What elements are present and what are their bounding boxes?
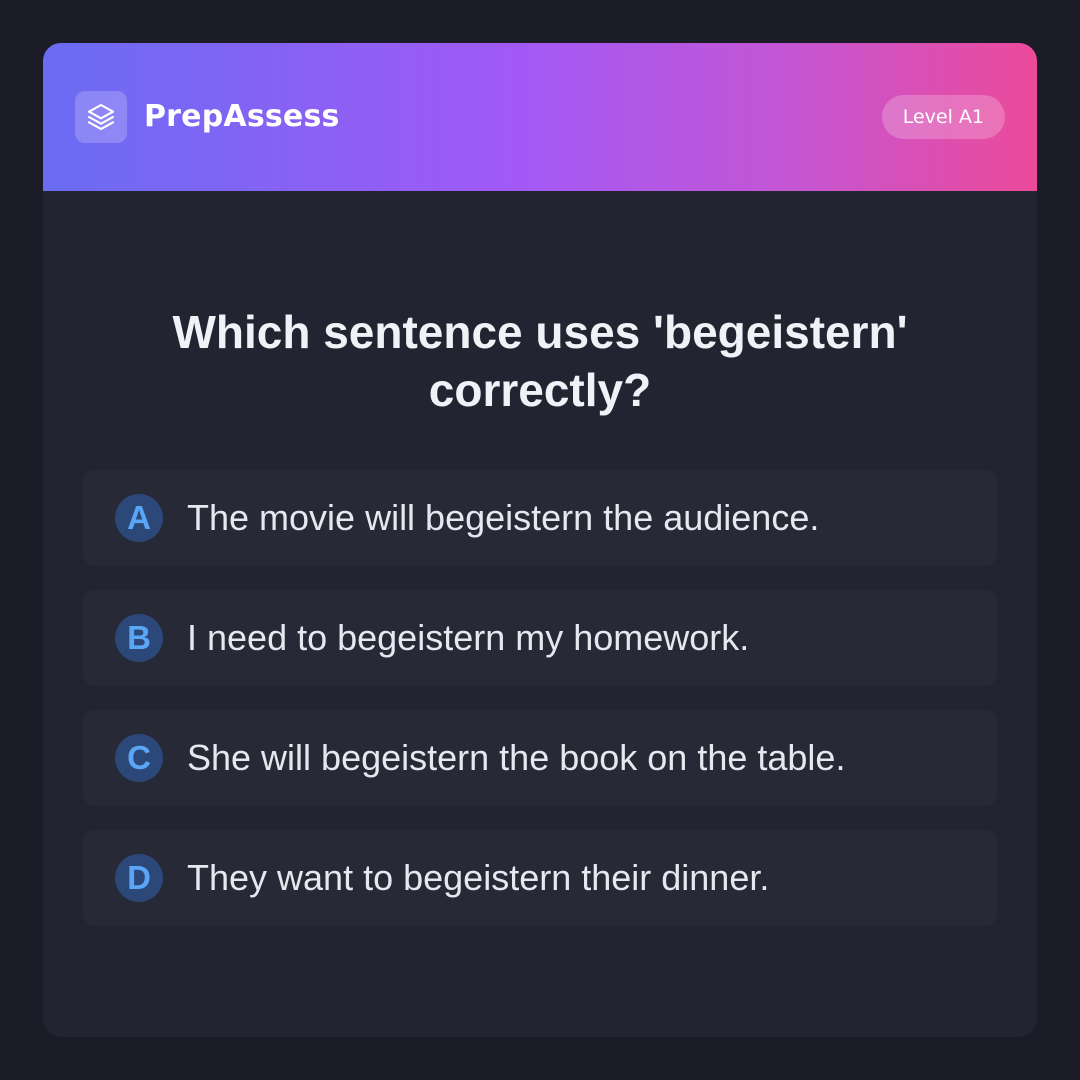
level-badge: Level A1 xyxy=(881,95,1005,139)
stacked-layers-icon xyxy=(75,91,127,143)
option-text: The movie will begeistern the audience. xyxy=(187,497,820,538)
option-letter-badge: B xyxy=(115,614,163,662)
header-bar: PrepAssess Level A1 xyxy=(43,43,1037,191)
quiz-card: PrepAssess Level A1 Which sentence uses … xyxy=(43,43,1037,1037)
option-c[interactable]: C She will begeistern the book on the ta… xyxy=(83,710,997,806)
option-letter-badge: C xyxy=(115,734,163,782)
option-d[interactable]: D They want to begeistern their dinner. xyxy=(83,830,997,926)
option-b[interactable]: B I need to begeistern my homework. xyxy=(83,590,997,686)
option-a[interactable]: A The movie will begeistern the audience… xyxy=(83,470,997,566)
option-text: She will begeistern the book on the tabl… xyxy=(187,737,846,778)
answer-options: A The movie will begeistern the audience… xyxy=(83,470,997,950)
option-letter-badge: D xyxy=(115,854,163,902)
option-text: They want to begeistern their dinner. xyxy=(187,857,770,898)
option-text: I need to begeistern my homework. xyxy=(187,617,750,658)
option-letter-badge: A xyxy=(115,494,163,542)
question-text: Which sentence uses 'begeistern' correct… xyxy=(172,306,908,416)
brand-name: PrepAssess xyxy=(144,99,340,134)
